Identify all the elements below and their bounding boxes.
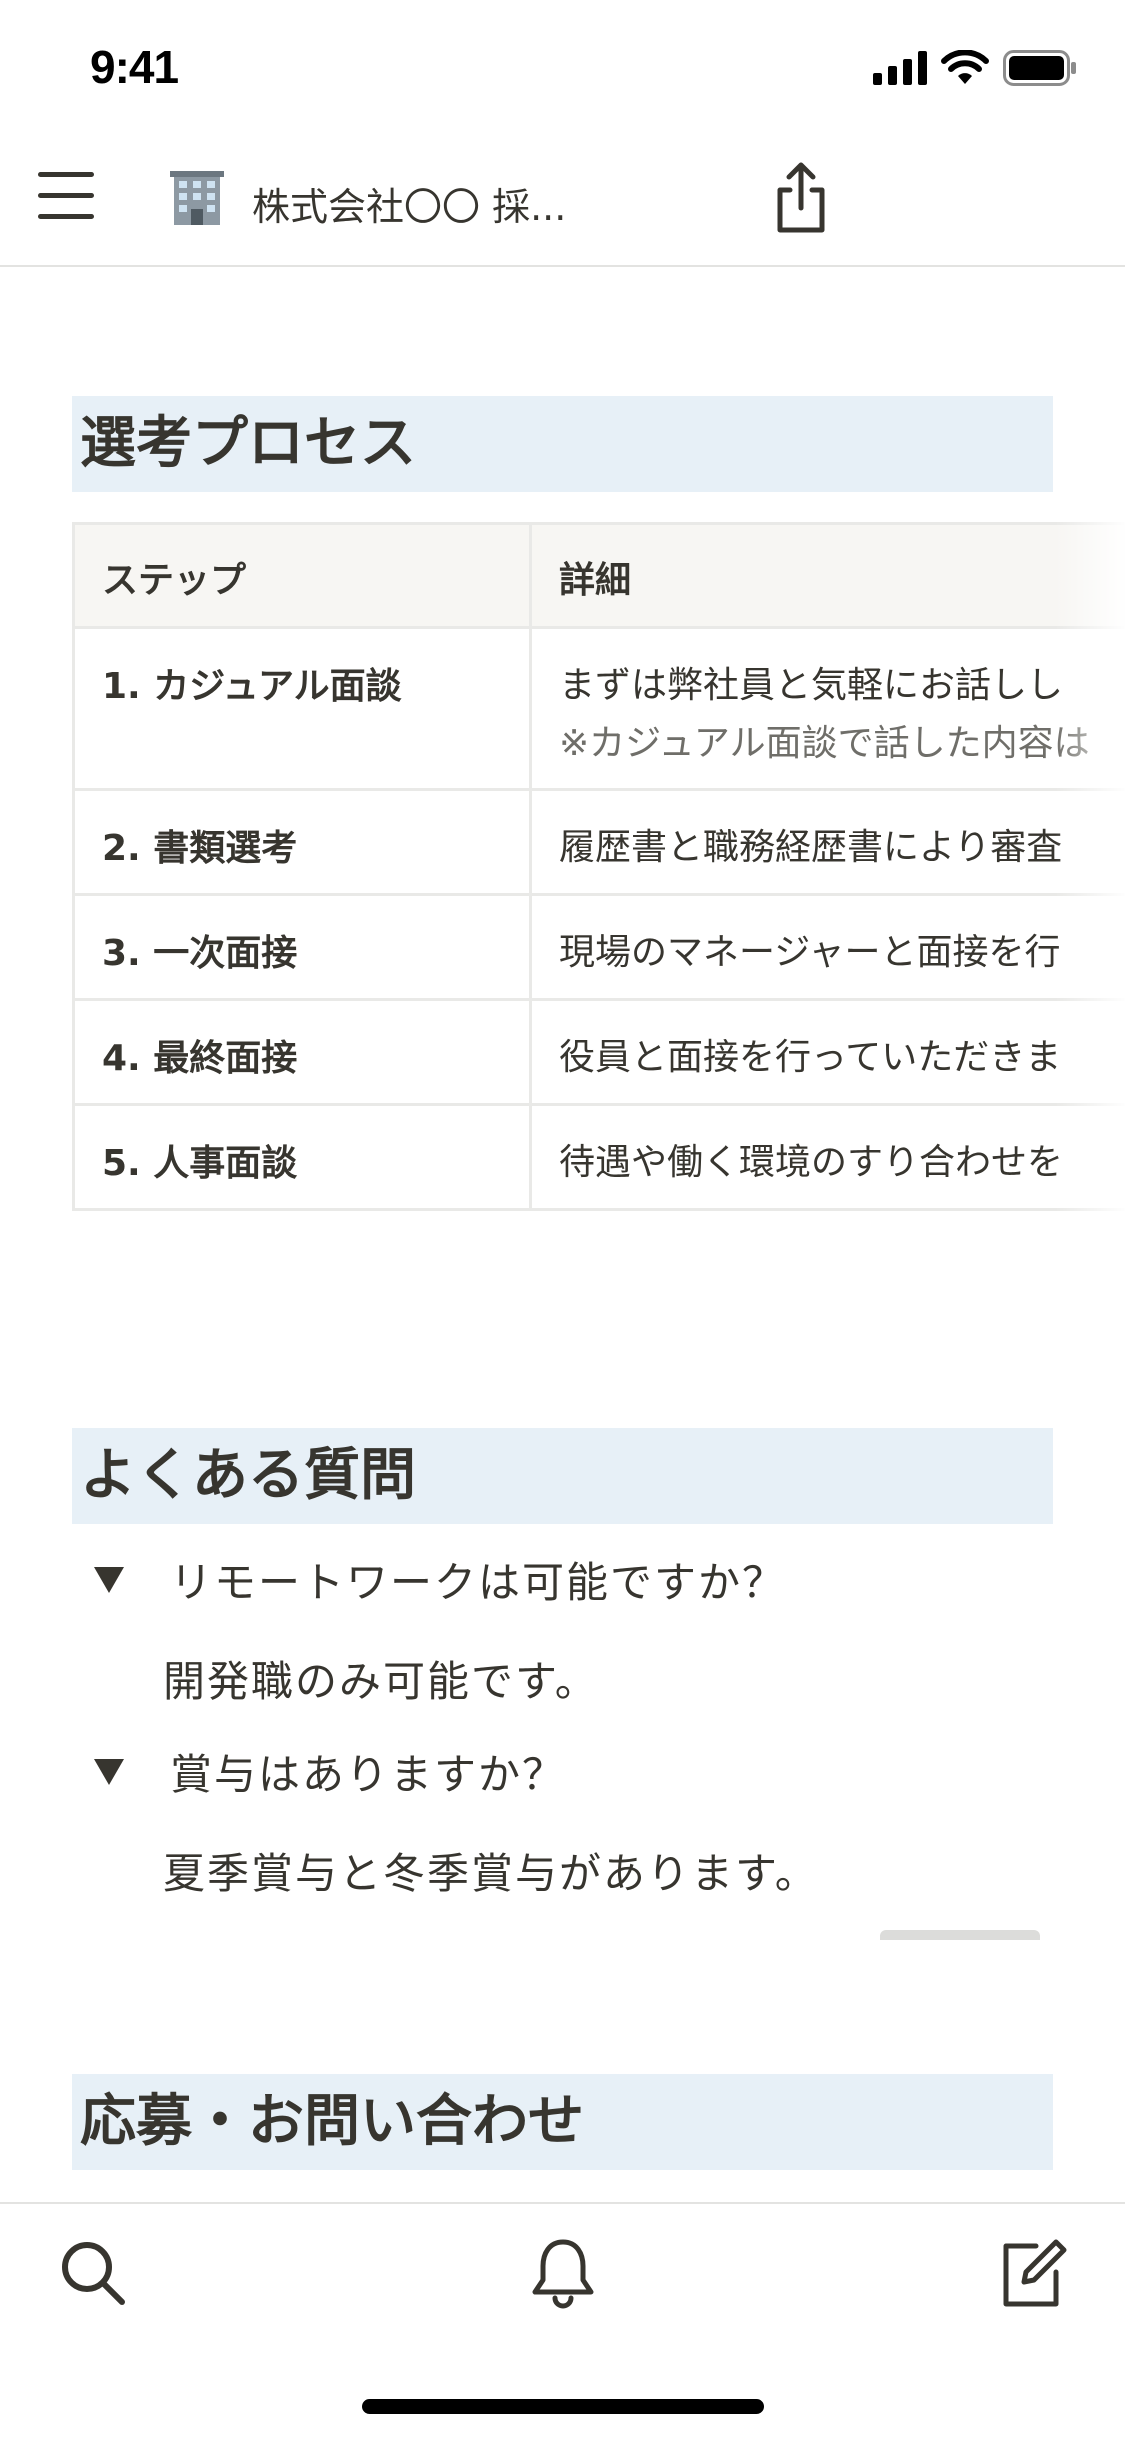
bottom-toolbar [0,2202,1125,2438]
table-cell-detail: 役員と面接を行っていただきま [531,1000,1125,1105]
status-time: 9:41 [90,40,178,94]
toggle-arrow-icon[interactable] [94,1567,124,1593]
home-indicator [362,2399,764,2414]
share-icon[interactable] [770,160,832,234]
table-row[interactable]: 5. 人事面談 待遇や働く環境のすり合わせを [74,1105,1125,1210]
table-header-detail: 詳細 [531,524,1125,628]
table-cell-step: 2. 書類選考 [74,790,531,895]
table-cell-detail-note: ※カジュアル面談で話した内容は [559,715,1125,773]
section-heading-apply: 応募・お問い合わせ [72,2074,1053,2170]
hamburger-menu-icon[interactable] [38,172,94,222]
office-building-icon [166,167,228,229]
compose-icon[interactable] [990,2234,1070,2314]
table-header-step: ステップ [74,524,531,628]
page-content[interactable]: 選考プロセス ステップ 詳細 1. カジュアル面談 まずは弊社員と気軽にお話しし… [0,267,1125,2202]
wifi-icon [941,50,989,86]
faq-toggle[interactable]: 賞与はありますか？ [94,1741,566,1802]
bell-icon[interactable] [523,2234,603,2314]
faq-toggle[interactable]: リモートワークは可能ですか？ [94,1549,786,1610]
table-cell-detail-text: まずは弊社員と気軽にお話しし [559,657,1125,715]
signal-icon [873,51,927,85]
table-cell-detail: 現場のマネージャーと面接を行 [531,895,1125,1000]
search-icon[interactable] [54,2234,134,2314]
table-row[interactable]: 1. カジュアル面談 まずは弊社員と気軽にお話しし ※カジュアル面談で話した内容… [74,628,1125,790]
table-cell-step: 4. 最終面接 [74,1000,531,1105]
faq-question: リモートワークは可能ですか？ [170,1549,786,1610]
toggle-arrow-icon[interactable] [94,1759,124,1785]
table-cell-detail: 待遇や働く環境のすり合わせを [531,1105,1125,1210]
table-cell-step: 3. 一次面接 [74,895,531,1000]
table-row[interactable]: 4. 最終面接 役員と面接を行っていただきま [74,1000,1125,1105]
section-heading-faq: よくある質問 [72,1428,1053,1524]
table-header-row: ステップ 詳細 [74,524,1125,628]
table-cell-step: 5. 人事面談 [74,1105,531,1210]
faq-answer: 開発職のみ可能です。 [163,1648,599,1709]
table-cell-step: 1. カジュアル面談 [74,628,531,790]
status-icons [873,50,1077,86]
section-heading-selection-process: 選考プロセス [72,396,1053,492]
status-bar: 9:41 [0,0,1125,132]
faq-question: 賞与はありますか？ [170,1741,566,1802]
table-cell-detail: まずは弊社員と気軽にお話しし ※カジュアル面談で話した内容は [531,628,1125,790]
table-row[interactable]: 2. 書類選考 履歴書と職務経歴書により審査 [74,790,1125,895]
battery-icon [1003,50,1077,86]
embedded-button-edge [880,1930,1040,1940]
faq-answer: 夏季賞与と冬季賞与があります。 [163,1840,819,1901]
page-title[interactable]: 株式会社〇〇 採... [252,176,566,231]
top-nav: 株式会社〇〇 採... [0,132,1125,267]
selection-process-table[interactable]: ステップ 詳細 1. カジュアル面談 まずは弊社員と気軽にお話しし ※カジュアル… [72,522,1125,1222]
table-cell-detail: 履歴書と職務経歴書により審査 [531,790,1125,895]
table-row[interactable]: 3. 一次面接 現場のマネージャーと面接を行 [74,895,1125,1000]
